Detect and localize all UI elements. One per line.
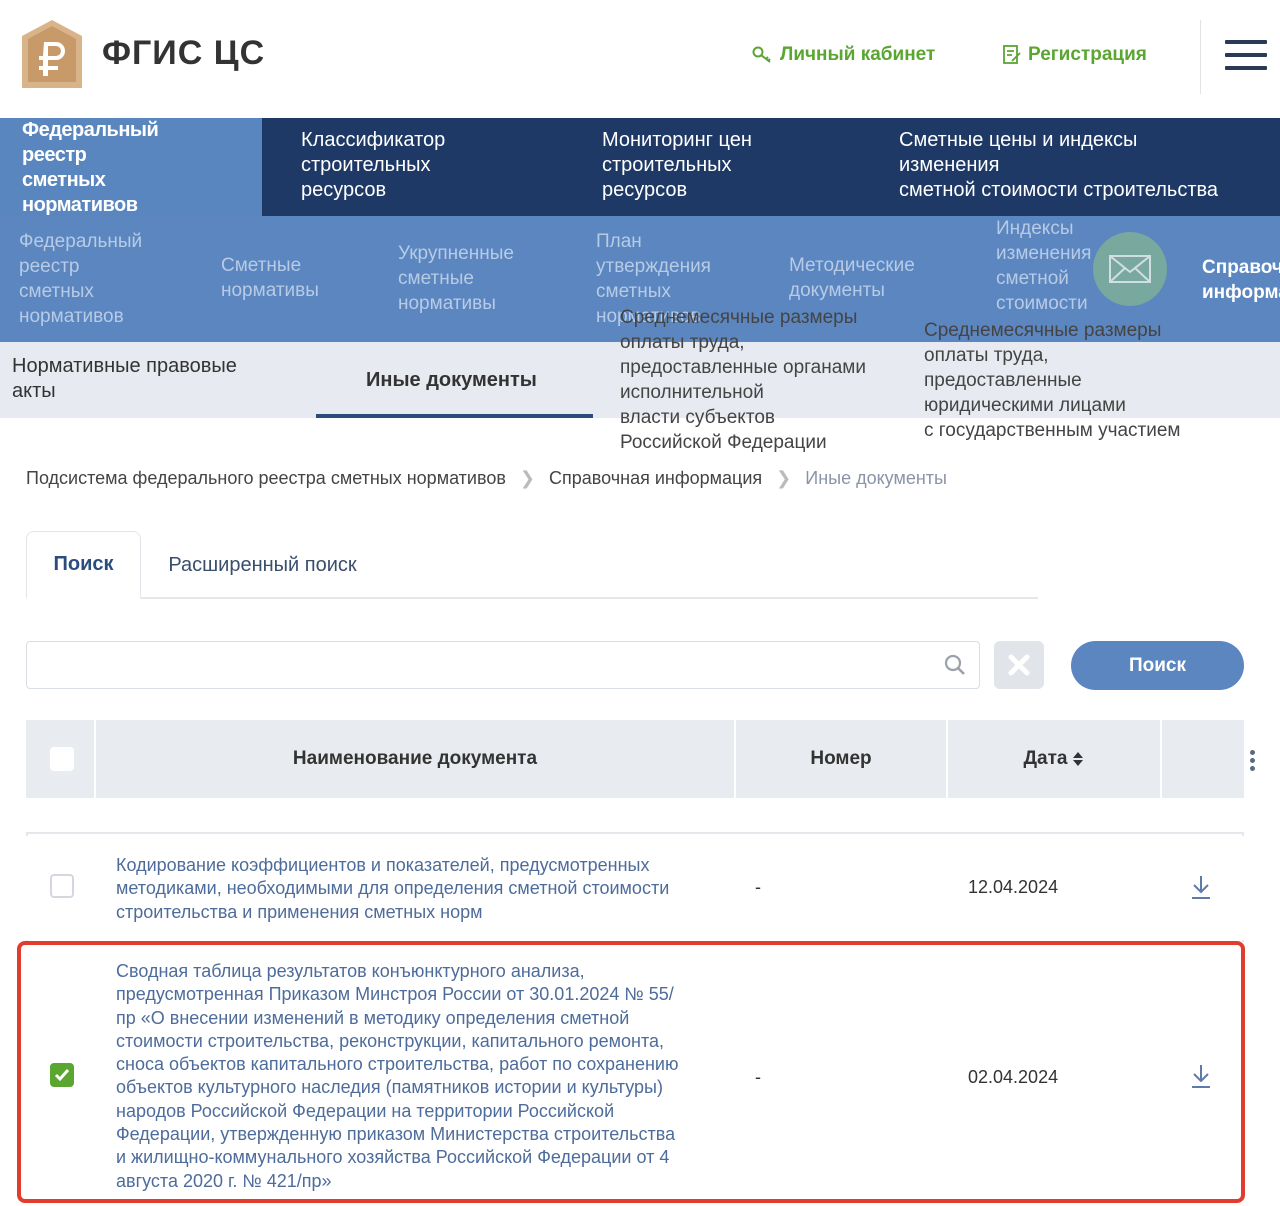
- breadcrumb: Подсистема федерального реестра сметных …: [26, 468, 947, 489]
- table-row[interactable]: Сводная таблица результатов конъюнктурно…: [26, 944, 1244, 1200]
- more-options-icon[interactable]: [1248, 750, 1256, 774]
- download-icon[interactable]: [1190, 1063, 1212, 1089]
- top-navigation: Федеральный реестр сметных нормативов Кл…: [0, 118, 1280, 216]
- tab-legal-acts[interactable]: Нормативные правовые акты: [12, 354, 237, 404]
- select-all-checkbox[interactable]: [50, 747, 74, 771]
- document-number: -: [755, 1067, 761, 1087]
- personal-cabinet-link[interactable]: Личный кабинет: [752, 44, 935, 66]
- subnav-estimate-norms[interactable]: Сметные нормативы: [221, 253, 319, 303]
- row-checkbox[interactable]: [50, 874, 74, 898]
- breadcrumb-reference-info[interactable]: Справочная информация: [549, 468, 762, 489]
- checkmark-icon: [54, 1069, 70, 1082]
- table-row[interactable]: Кодирование коэффициентов и показателей,…: [26, 836, 1244, 940]
- topnav-price-monitoring[interactable]: Мониторинг цен строительных ресурсов: [602, 128, 752, 203]
- register-label: Регистрация: [1028, 44, 1147, 65]
- menu-burger-icon[interactable]: [1225, 40, 1267, 74]
- subnav-reference-info[interactable]: Справочная информация: [1202, 255, 1280, 305]
- document-number: -: [755, 877, 761, 897]
- form-edit-icon: [1003, 45, 1021, 64]
- column-header-number[interactable]: Номер: [736, 720, 946, 798]
- topnav-classifier[interactable]: Классификатор строительных ресурсов: [301, 128, 445, 203]
- dropdown-wages-legal-entities[interactable]: Среднемесячные размеры оплаты труда, пре…: [924, 318, 1181, 443]
- column-header-date[interactable]: Дата: [948, 720, 1160, 798]
- register-link[interactable]: Регистрация: [1002, 44, 1147, 66]
- chevron-right-icon: ❯: [519, 468, 536, 488]
- search-button[interactable]: Поиск: [1071, 641, 1244, 690]
- topnav-estimate-prices[interactable]: Сметные цены и индексы изменения сметной…: [899, 128, 1218, 203]
- logo-title[interactable]: ФГИС ЦС: [102, 34, 265, 73]
- close-icon: [1008, 654, 1030, 676]
- dropdown-wages-authorities[interactable]: Среднемесячные размеры оплаты труда, пре…: [620, 305, 866, 455]
- tab-other-documents[interactable]: Иные документы: [366, 368, 537, 393]
- tab-advanced-search[interactable]: Расширенный поиск: [150, 531, 375, 599]
- mail-feedback-icon[interactable]: [1093, 232, 1167, 306]
- document-name-link[interactable]: Сводная таблица результатов конъюнктурно…: [116, 960, 679, 1193]
- key-icon: [752, 46, 771, 63]
- column-header-name[interactable]: Наименование документа: [96, 720, 734, 798]
- chevron-right-icon: ❯: [776, 468, 792, 488]
- sort-icon: [1073, 752, 1084, 766]
- breadcrumb-current: Иные документы: [805, 468, 947, 488]
- topnav-federal-registry[interactable]: Федеральный реестр сметных нормативов: [0, 118, 262, 216]
- clear-search-button[interactable]: [994, 641, 1044, 689]
- search-icon[interactable]: [942, 652, 968, 678]
- personal-cabinet-label: Личный кабинет: [780, 44, 936, 65]
- active-tab-underline: [316, 414, 593, 418]
- subnav-change-indices[interactable]: Индексы изменения сметной стоимости: [996, 216, 1091, 316]
- document-date: 12.04.2024: [968, 877, 1059, 897]
- row-checkbox[interactable]: [50, 1063, 74, 1087]
- subnav-methodical-docs[interactable]: Методические документы: [789, 253, 915, 303]
- site-header: ФГИС ЦС Личный кабинет Регистрация: [0, 0, 1280, 118]
- download-icon[interactable]: [1190, 874, 1212, 900]
- search-input[interactable]: [26, 641, 980, 689]
- table-header: Наименование документа Номер Дата: [26, 720, 1244, 798]
- subnav-federal-registry[interactable]: Федеральный реестр сметных нормативов: [19, 229, 142, 329]
- document-name-link[interactable]: Кодирование коэффициентов и показателей,…: [116, 854, 669, 924]
- table-spacer: [26, 798, 1244, 834]
- ruble-logo-icon[interactable]: [22, 20, 82, 88]
- header-divider: [1200, 20, 1201, 94]
- subnav-enlarged-norms[interactable]: Укрупненные сметные нормативы: [398, 241, 514, 316]
- tab-basic-search[interactable]: Поиск: [26, 531, 141, 599]
- document-date: 02.04.2024: [968, 1067, 1059, 1087]
- breadcrumb-subsystem[interactable]: Подсистема федерального реестра сметных …: [26, 468, 506, 489]
